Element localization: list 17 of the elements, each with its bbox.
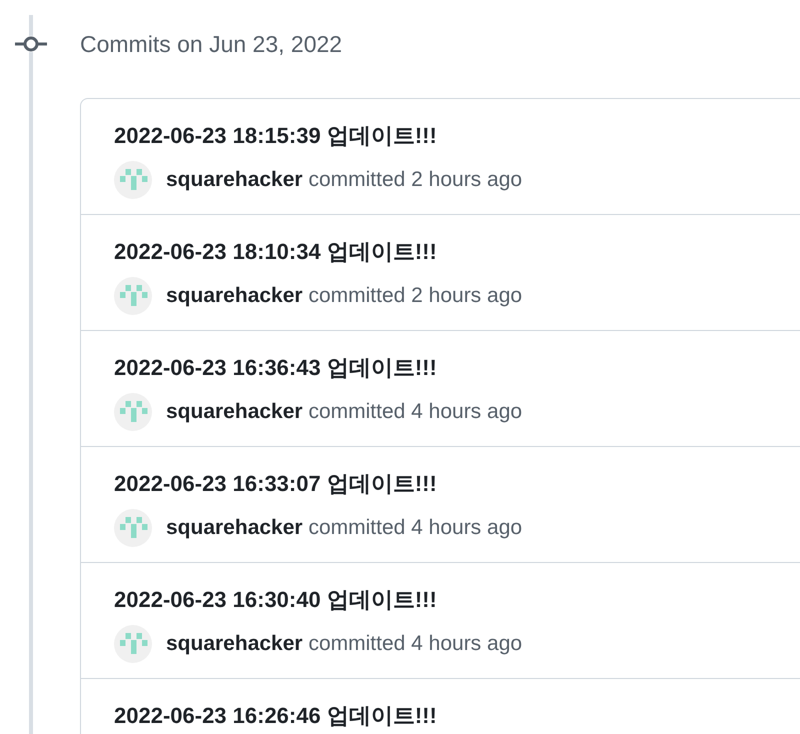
- commit-title[interactable]: 2022-06-23 16:30:40 업데이트!!!: [114, 585, 437, 615]
- avatar-icon[interactable]: [114, 509, 152, 547]
- avatar-icon[interactable]: [114, 625, 152, 663]
- commit-title[interactable]: 2022-06-23 16:36:43 업데이트!!!: [114, 353, 437, 383]
- commit-title[interactable]: 2022-06-23 16:26:46 업데이트!!!: [114, 701, 437, 731]
- avatar-icon[interactable]: [114, 161, 152, 199]
- commit-author-line: squarehacker committed 2 hours ago: [166, 168, 522, 192]
- commit-title[interactable]: 2022-06-23 18:10:34 업데이트!!!: [114, 237, 437, 267]
- commit-title[interactable]: 2022-06-23 18:15:39 업데이트!!!: [114, 121, 437, 151]
- commit-group-heading: Commits on Jun 23, 2022: [80, 30, 342, 58]
- avatar-icon[interactable]: [114, 277, 152, 315]
- commit-author-line: squarehacker committed 4 hours ago: [166, 400, 522, 424]
- commit-author-line: squarehacker committed 4 hours ago: [166, 632, 522, 656]
- commit-author-line: squarehacker committed 4 hours ago: [166, 516, 522, 540]
- commit-author-line: squarehacker committed 2 hours ago: [166, 284, 522, 308]
- commit-title[interactable]: 2022-06-23 16:33:07 업데이트!!!: [114, 469, 437, 499]
- avatar-icon[interactable]: [114, 393, 152, 431]
